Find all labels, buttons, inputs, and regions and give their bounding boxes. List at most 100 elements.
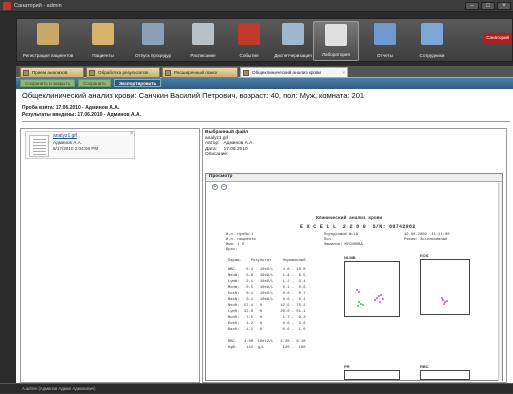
- tab-receive-analyses[interactable]: Прием анализов: [20, 67, 84, 78]
- doc-row: LymW: 2.1 10e9/L 1.2 - 3.4: [228, 280, 306, 284]
- dispatch-icon: [282, 23, 304, 45]
- tab-process-results[interactable]: Обработка результатов: [86, 67, 160, 78]
- file-name-link[interactable]: analyz1.gif: [53, 133, 77, 139]
- file-card[interactable]: analyz1.gif Админов А.А. 8/17/2010 2:04:…: [25, 131, 135, 159]
- scatter-graphs: NLMB EOS PR RBC: [342, 246, 492, 380]
- title-bar: Санаторий - admin – □ ×: [0, 0, 513, 12]
- file-details-panel: Выбранный файл analyz1.gif Автор: Админо…: [202, 128, 507, 383]
- pr-graph: [344, 370, 400, 380]
- ribbon-events[interactable]: События: [229, 21, 269, 61]
- doc-meta-mid-1: Пол:: [324, 238, 334, 242]
- file-author: Админов А.А.: [53, 140, 82, 145]
- close-button[interactable]: ×: [497, 2, 511, 10]
- ribbon-registration[interactable]: Регистрация пациентов: [21, 21, 75, 61]
- sample-info: Проба взята: 17.06.2010 - Админов А.А. Р…: [22, 105, 510, 122]
- calendar-icon: [192, 23, 214, 45]
- page-title: Общеклинический анализ крови: Санчкин Ва…: [22, 91, 365, 100]
- tab-advanced-search[interactable]: Расширенный поиск: [162, 67, 238, 78]
- doc-row: Neu%: 57.4 % 42.0 - 75.2: [228, 304, 306, 308]
- rbc-graph: [420, 370, 470, 380]
- window-title: Санаторий - admin: [14, 3, 62, 9]
- ribbon-schedule[interactable]: Расписание: [181, 21, 225, 61]
- selected-file-author: Админов А.А.: [223, 141, 254, 147]
- eos-scatter-plot: [441, 297, 448, 305]
- app-window: Санаторий - admin – □ × Регистрация паци…: [0, 0, 513, 393]
- graph-label-rbc: RBC: [420, 364, 429, 369]
- doc-row: Lym%: 32.8 % 20.0 - 51.1: [228, 310, 306, 314]
- ribbon-dispatch[interactable]: Диспетчеризация: [267, 21, 319, 61]
- tab-icon: [165, 70, 171, 76]
- doc-meta-left-0: И.н. пробы:1: [226, 233, 254, 237]
- save-close-button[interactable]: Сохранить и закрыть: [20, 79, 75, 87]
- ribbon-patients[interactable]: Пациенты: [81, 21, 125, 61]
- doc-meta-left-2: Имя: 1 П: [226, 243, 245, 247]
- description-label: Описание:: [205, 152, 229, 158]
- doc-device: E X C E L L 2 2 8 0 S/N: 60742082: [300, 224, 416, 230]
- nlmb-scatter: [344, 261, 400, 317]
- nlmb-scatter-plot: [356, 289, 384, 307]
- minimize-button[interactable]: –: [465, 2, 479, 10]
- tab-blood-analysis[interactable]: Общеклинический анализ крови ×: [240, 67, 348, 78]
- export-button[interactable]: Экспортировать: [113, 79, 162, 87]
- doc-row: Bas%: 1.1 % 0.0 - 1.0: [228, 328, 306, 332]
- tab-icon: [23, 70, 29, 76]
- doc-row: NeuW: 5.6 10e9/L 1.4 - 6.5: [228, 274, 306, 278]
- doc-meta-mid-0: Порядковый №:18: [324, 233, 359, 237]
- status-bar: A.admin (Админов Админ Админович): [0, 383, 513, 393]
- main-ribbon: Регистрация пациентов Пациенты Отпуск пр…: [16, 18, 513, 62]
- tab-bar: Прием анализов Обработка результатов Рас…: [16, 66, 513, 78]
- events-icon: [238, 23, 260, 45]
- results-line: Результаты введены: 17.06.2010 - Админов…: [22, 111, 141, 118]
- attachments-panel: analyz1.gif Админов А.А. 8/17/2010 2:04:…: [20, 128, 200, 383]
- selected-file-info: Выбранный файл analyz1.gif Автор: Админо…: [205, 130, 254, 158]
- graph-label-pr: PR: [344, 364, 350, 369]
- action-toolbar: Сохранить и закрыть Сохранить Экспортиро…: [16, 78, 513, 89]
- eos-scatter: [420, 259, 470, 315]
- file-thumbnail: [29, 135, 49, 157]
- graph-label-eos: EOS: [420, 253, 429, 258]
- document-preview: Клинический анализ крови E X C E L L 2 2…: [224, 200, 494, 380]
- doc-title: Клинический анализ крови: [316, 216, 383, 221]
- tab-icon: [89, 70, 95, 76]
- laboratory-icon: [325, 24, 347, 46]
- selected-file-header: Выбранный файл: [205, 130, 249, 135]
- ribbon-reports[interactable]: Отчеты: [363, 21, 407, 61]
- exit-button[interactable]: Санаторий: [483, 33, 512, 43]
- doc-row: MonW: 0.5 10e9/L 0.1 - 0.6: [228, 286, 306, 290]
- ribbon-staff[interactable]: Сотрудники: [409, 21, 455, 61]
- tab-icon: [243, 70, 249, 76]
- doc-row: HgB: 142 g/L 120 - 180: [228, 346, 306, 350]
- preview-header: Просмотр: [206, 174, 502, 182]
- ribbon-procedures[interactable]: Отпуск процедур: [127, 21, 179, 61]
- doc-row: Eos%: 1.2 % 0.0 - 3.0: [228, 322, 306, 326]
- zoom-out-icon[interactable]: −: [221, 184, 227, 190]
- doc-row: RBC: 4.60 10e12/L 4.20 - 6.10: [228, 340, 306, 344]
- doc-meta-right-1: Режим: Эксклюзивный: [404, 238, 448, 242]
- doc-meta-left-3: Врач:: [226, 248, 238, 252]
- author-label: Автор:: [205, 141, 220, 147]
- patients-icon: [92, 23, 114, 45]
- procedures-icon: [142, 23, 164, 45]
- file-date: 8/17/2010 2:04:06 PM: [53, 146, 99, 151]
- staff-icon: [421, 23, 443, 45]
- preview-panel: Просмотр + − Клинический анализ крови E …: [205, 173, 503, 381]
- doc-row: BasN: 0.1 10e9/L 0.0 - 0.1: [228, 298, 306, 302]
- save-button[interactable]: Сохранить: [77, 79, 111, 87]
- doc-meta-right-0: 10.06.2009 11:11:00: [404, 233, 450, 237]
- doc-table-header: Парам. Результат Нормальный: [228, 259, 306, 263]
- zoom-controls: + −: [212, 184, 227, 190]
- maximize-button[interactable]: □: [481, 2, 495, 10]
- registration-icon: [37, 23, 59, 45]
- preview-scrollbar[interactable]: [498, 183, 502, 381]
- graph-label-nlmb: NLMB: [344, 255, 356, 260]
- close-tab-icon[interactable]: ×: [342, 68, 345, 78]
- app-icon: [3, 2, 11, 10]
- content-area: Сохранить и закрыть Сохранить Экспортиро…: [16, 78, 513, 383]
- reports-icon: [374, 23, 396, 45]
- remove-file-icon[interactable]: ×: [130, 131, 134, 137]
- zoom-in-icon[interactable]: +: [212, 184, 218, 190]
- doc-row: WBC: 6.4 10e9/L 4.0 - 10.0: [228, 268, 306, 272]
- ribbon-laboratory[interactable]: Лаборатория: [313, 21, 359, 61]
- doc-meta-left-1: И.н. пациента: [226, 238, 256, 242]
- doc-row: EosN: 0.1 10e9/L 0.0 - 0.7: [228, 292, 306, 296]
